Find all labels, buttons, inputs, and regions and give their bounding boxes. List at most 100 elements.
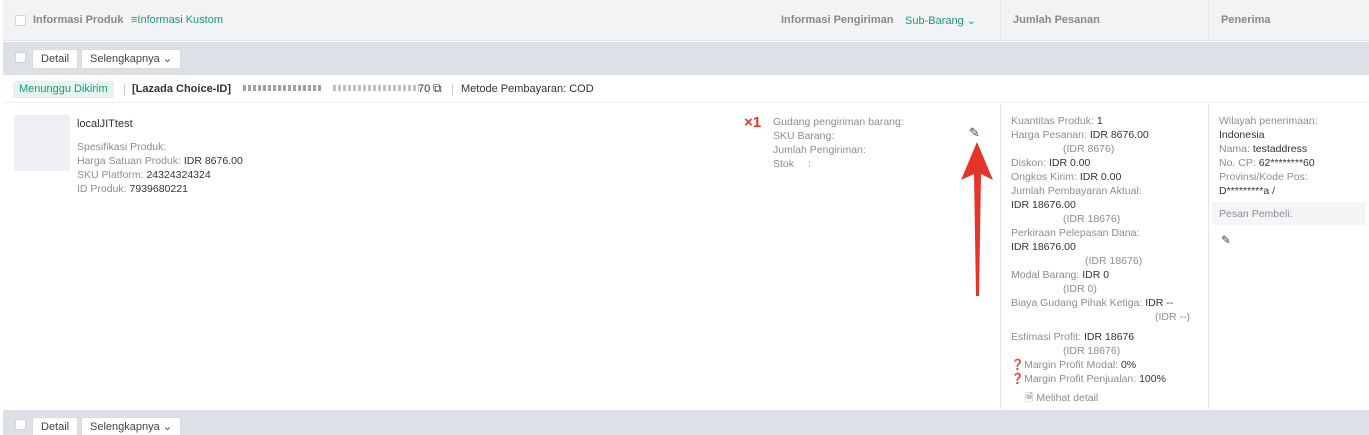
actual-pay: IDR 18676.00 <box>1011 199 1076 211</box>
shipping-info: Gudang pengiriman barang: SKU Barang: Ju… <box>773 115 904 171</box>
quantity-badge: ×1 <box>744 114 762 131</box>
header-product-info: Informasi Produk <box>33 14 124 26</box>
shipping-fee: IDR 0.00 <box>1079 171 1122 183</box>
payment-method: Metode Pembayaran: COD <box>461 83 594 95</box>
stock-colon: : <box>808 158 811 170</box>
province-label: Provinsi/Kode Pos: <box>1219 171 1308 183</box>
capital-value: IDR 0 <box>1082 269 1110 281</box>
third-wh-value: IDR -- <box>1145 297 1174 309</box>
select-all-checkbox[interactable] <box>15 15 26 26</box>
redacted-store-text <box>243 85 323 91</box>
store-name: [Lazada Choice-ID] <box>132 83 232 95</box>
release-label: Perkiraan Pelepasan Dana: <box>1011 227 1140 239</box>
discount-label: Diskon: <box>1011 157 1047 169</box>
shipping-qty-label: Jumlah Pengiriman: <box>773 144 866 156</box>
order-amount-details: Kuantitas Produk: 1 Harga Pesanan: IDR 8… <box>1011 114 1201 405</box>
annotation-arrow <box>961 142 993 296</box>
divider <box>1000 0 1001 41</box>
see-detail-label: Melihat detail <box>1036 392 1099 404</box>
sku-item-label: SKU Barang: <box>773 130 835 142</box>
status-badge: Menunggu Dikirim <box>13 81 114 98</box>
profit-label: Estimasi Profit: <box>1011 331 1082 343</box>
chevron-down-icon: ⌄ <box>162 53 173 65</box>
discount-value: IDR 0.00 <box>1048 157 1091 169</box>
order-price: IDR 8676.00 <box>1089 129 1149 141</box>
buyer-message-label: Pesan Pembeli: <box>1219 208 1293 220</box>
divider <box>1000 104 1001 409</box>
receiver-info: Wilayah penerimaan: Indonesia Nama: test… <box>1219 114 1365 198</box>
order-action-bar: Detail Selengkapnya ⌄ <box>3 42 1369 75</box>
divider <box>124 84 125 96</box>
margin-capital-label: Margin Profit Modal: <box>1024 359 1119 371</box>
detail-button[interactable]: Detail <box>32 49 79 69</box>
order-action-bar-next: Detail Selengkapnya ⌄ <box>3 410 1369 435</box>
spec-label: Spesifikasi Produk: <box>77 141 167 153</box>
table-header: Informasi Produk ≡Informasi Kustom Infor… <box>3 0 1369 41</box>
copy-icon[interactable]: ⧉ <box>433 81 442 96</box>
more-label: Selengkapnya <box>90 53 160 65</box>
actual-pay-label: Jumlah Pembayaran Aktual: <box>1011 185 1142 197</box>
custom-info-label: Informasi Kustom <box>137 14 224 26</box>
warehouse-label: Gudang pengiriman barang: <box>773 116 904 128</box>
profit-idr: (IDR 18676) <box>1063 345 1121 357</box>
order-number-tail: 70 <box>418 83 431 95</box>
product-info: localJITtest Spesifikasi Produk: Harga S… <box>77 117 243 196</box>
unit-price-label: Harga Satuan Produk: <box>77 155 181 167</box>
edit-icon[interactable]: ✎ <box>969 125 980 141</box>
buyer-message-box: Pesan Pembeli: <box>1212 202 1366 225</box>
stock-label: Stok <box>773 158 795 170</box>
help-icon[interactable]: ❓ <box>1011 359 1024 371</box>
more-dropdown-button[interactable]: Selengkapnya ⌄ <box>81 417 182 435</box>
order-status-row: Menunggu Dikirim [Lazada Choice-ID] 70 ⧉… <box>3 75 1369 103</box>
redacted-order-number <box>333 85 419 91</box>
actual-pay-idr: (IDR 18676) <box>1063 213 1121 225</box>
product-thumbnail[interactable] <box>14 115 70 171</box>
third-wh-label: Biaya Gudang Pihak Ketiga: <box>1011 297 1143 309</box>
detail-button[interactable]: Detail <box>32 417 79 435</box>
see-detail-link[interactable]: 🗎 Melihat detail <box>1011 391 1201 405</box>
edit-icon[interactable]: ✎ <box>1221 233 1231 247</box>
divider <box>1208 0 1209 41</box>
more-label: Selengkapnya <box>90 421 160 433</box>
header-shipping-info: Informasi Pengiriman <box>781 14 894 26</box>
sku-value: 24324324324 <box>146 169 211 181</box>
margin-sales-label: Margin Profit Penjualan: <box>1024 373 1137 385</box>
product-id: 7939680221 <box>129 183 188 195</box>
order-price-idr: (IDR 8676) <box>1063 143 1115 155</box>
header-order-amount: Jumlah Pesanan <box>1013 14 1100 26</box>
profit-value: IDR 18676 <box>1083 331 1135 343</box>
help-icon[interactable]: ❓ <box>1011 373 1024 385</box>
phone-value: 62********60 <box>1258 157 1315 169</box>
region-value: Indonesia <box>1219 129 1265 141</box>
divider <box>1208 104 1209 409</box>
qty-value: 1 <box>1096 115 1103 127</box>
qty-label: Kuantitas Produk: <box>1011 115 1094 127</box>
province-value: D*********a / <box>1219 185 1276 197</box>
document-icon: 🗎 <box>1025 392 1034 404</box>
sku-label: SKU Platform: <box>77 169 144 181</box>
release-value: IDR 18676.00 <box>1011 241 1076 253</box>
capital-idr: (IDR 0) <box>1063 283 1097 295</box>
third-wh-idr: (IDR --) <box>1155 311 1190 323</box>
order-price-label: Harga Pesanan: <box>1011 129 1087 141</box>
sub-item-dropdown[interactable]: Sub-Barang ⌄ <box>905 14 976 27</box>
phone-label: No. CP: <box>1219 157 1256 169</box>
margin-sales: 100% <box>1139 373 1166 385</box>
chevron-down-icon: ⌄ <box>963 15 976 27</box>
sub-item-label: Sub-Barang <box>905 15 964 27</box>
name-label: Nama: <box>1219 143 1250 155</box>
chevron-down-icon: ⌄ <box>162 421 173 433</box>
capital-label: Modal Barang: <box>1011 269 1080 281</box>
shipping-fee-label: Ongkos Kirim: <box>1011 171 1077 183</box>
more-dropdown-button[interactable]: Selengkapnya ⌄ <box>81 49 182 69</box>
region-label: Wilayah penerimaan: <box>1219 115 1318 127</box>
release-idr: (IDR 18676) <box>1085 255 1143 267</box>
custom-info-link[interactable]: ≡Informasi Kustom <box>131 14 223 26</box>
margin-capital: 0% <box>1120 359 1137 371</box>
order-checkbox[interactable] <box>15 52 26 63</box>
product-name[interactable]: localJITtest <box>77 117 243 131</box>
unit-price: IDR 8676.00 <box>183 155 243 167</box>
order-checkbox[interactable] <box>15 419 26 430</box>
header-receiver: Penerima <box>1221 14 1271 26</box>
name-value: testaddress <box>1252 143 1308 155</box>
